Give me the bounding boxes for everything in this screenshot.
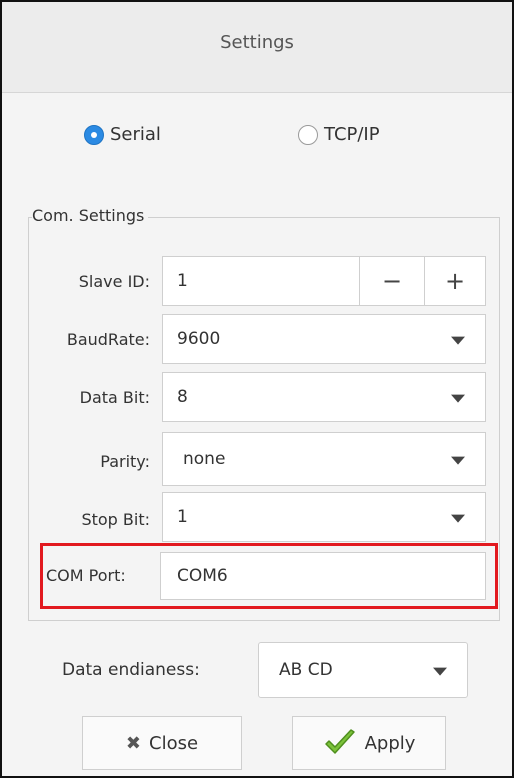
radio-selected-icon (84, 124, 104, 145)
plus-icon: + (444, 267, 466, 295)
baud-rate-select[interactable]: 9600 (162, 314, 486, 364)
com-port-value: COM6 (177, 566, 228, 586)
radio-tcp-ip-label: TCP/IP (324, 124, 380, 145)
close-icon: ✖ (125, 732, 142, 754)
stop-bit-label: Stop Bit: (81, 510, 150, 529)
com-settings-title: Com. Settings (32, 206, 149, 225)
close-button-label: Close (149, 732, 199, 754)
parity-value: none (183, 449, 226, 469)
parity-label: Parity: (100, 452, 150, 471)
radio-unselected-icon (298, 124, 318, 145)
baud-rate-label: BaudRate: (66, 330, 150, 349)
apply-button-label: Apply (364, 732, 416, 754)
data-bit-select[interactable]: 8 (162, 372, 486, 422)
data-bit-label: Data Bit: (79, 388, 150, 407)
baud-rate-value: 9600 (177, 329, 221, 349)
window-title: Settings (220, 32, 294, 53)
slave-id-label: Slave ID: (78, 272, 150, 291)
chevron-down-icon (451, 456, 465, 465)
slave-id-value: 1 (177, 271, 188, 291)
chevron-down-icon (451, 514, 465, 523)
chevron-down-icon (451, 394, 465, 403)
close-button[interactable]: ✖ Close (82, 716, 242, 770)
chevron-down-icon (433, 667, 447, 676)
com-port-input[interactable]: COM6 (160, 552, 486, 600)
chevron-down-icon (451, 336, 465, 345)
radio-tcp-ip[interactable]: TCP/IP (298, 124, 380, 145)
radio-serial[interactable]: Serial (84, 124, 161, 145)
radio-serial-label: Serial (110, 124, 161, 145)
title-bar: Settings (2, 2, 512, 93)
stop-bit-select[interactable]: 1 (162, 492, 486, 542)
parity-select[interactable]: none (162, 432, 486, 486)
stop-bit-value: 1 (177, 507, 188, 527)
data-endianness-select[interactable]: AB CD (258, 642, 468, 698)
apply-button[interactable]: Apply (292, 716, 446, 770)
com-port-label: COM Port: (46, 566, 126, 585)
data-bit-value: 8 (177, 387, 188, 407)
slave-id-decrement-button[interactable]: − (359, 256, 425, 306)
slave-id-input[interactable]: 1 (162, 256, 360, 306)
slave-id-increment-button[interactable]: + (424, 256, 486, 306)
minus-icon: − (381, 267, 403, 295)
data-endianness-label: Data endianess: (62, 660, 200, 680)
settings-window: Settings Serial TCP/IP Com. Settings Sla… (0, 0, 514, 778)
checkmark-icon (324, 729, 355, 754)
data-endianness-value: AB CD (279, 660, 333, 680)
